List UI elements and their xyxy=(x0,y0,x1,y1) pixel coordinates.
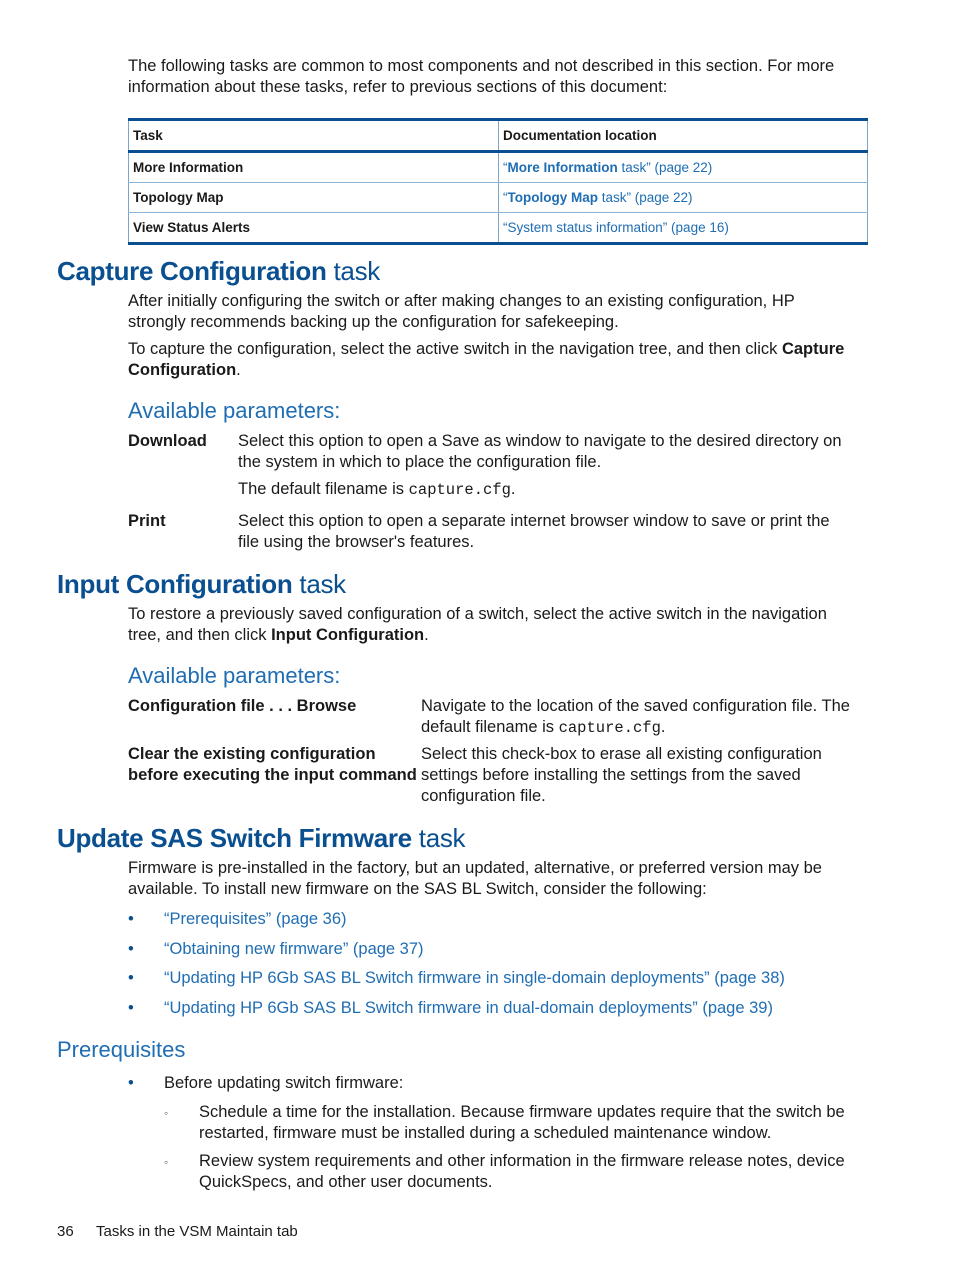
bullet-icon: • xyxy=(128,969,134,987)
ui-label-bold: Capture xyxy=(781,340,845,358)
text-line: Select this option to open a separate in… xyxy=(238,512,830,530)
heading-rest: task xyxy=(292,569,346,599)
text-line: Configuration. xyxy=(128,360,868,381)
text-line: default filename is capture.cfg. xyxy=(421,717,881,739)
intro-paragraph: The following tasks are common to most c… xyxy=(128,56,868,98)
link-rest: task” (page 22) xyxy=(598,189,693,205)
intro-line: The following tasks are common to most c… xyxy=(128,57,835,75)
link-single-domain[interactable]: “Updating HP 6Gb SAS BL Switch firmware … xyxy=(164,968,785,989)
link-prerequisites[interactable]: “Prerequisites” (page 36) xyxy=(164,909,347,930)
heading-rest: task xyxy=(411,823,466,853)
text-line: Clear the existing configuration xyxy=(128,745,376,763)
filename-code: capture.cfg xyxy=(408,481,511,499)
param-term-clear-config: Clear the existing configuration before … xyxy=(128,744,417,786)
text-line: tree, and then click Input Configuration… xyxy=(128,625,868,646)
link-rest: System status information” (page 16) xyxy=(507,219,729,235)
param-term-config-file: Configuration file . . . Browse xyxy=(128,697,357,715)
page-number: 36 xyxy=(57,1223,74,1240)
capture-paragraph-1: After initially configuring the switch o… xyxy=(128,291,868,333)
text-line: file using the browser's features. xyxy=(238,533,475,551)
text-line: Schedule a time for the installation. Be… xyxy=(199,1103,845,1121)
task-cell: Topology Map xyxy=(128,182,499,213)
ui-label-bold: Configuration xyxy=(128,361,237,379)
text-line: strongly recommends backing up the confi… xyxy=(128,313,619,331)
prereq-bullet-text: Before updating switch firmware: xyxy=(164,1074,404,1092)
doc-link[interactable]: “System status information” (page 16) xyxy=(498,212,868,245)
text-span: . xyxy=(510,480,516,498)
column-header-location: Documentation location xyxy=(498,118,868,153)
bullet-icon: • xyxy=(128,940,134,958)
capture-paragraph-2: To capture the configuration, select the… xyxy=(128,339,868,381)
text-span: The default filename is xyxy=(238,480,409,498)
sub-bullet-icon: ◦ xyxy=(164,1106,169,1120)
table-header-row: Task Documentation location xyxy=(128,118,868,153)
text-line: To restore a previously saved configurat… xyxy=(128,605,827,623)
capture-configuration-heading: Capture Configuration task xyxy=(57,256,380,286)
text-line: settings before installing the settings … xyxy=(421,766,801,784)
doc-link[interactable]: “Topology Map task” (page 22) xyxy=(498,182,868,213)
link-bold: More Information xyxy=(507,159,618,175)
task-cell: View Status Alerts xyxy=(128,212,499,245)
text-span: default filename is xyxy=(421,718,559,736)
param-def-config-file: Navigate to the location of the saved co… xyxy=(421,696,881,739)
firmware-paragraph: Firmware is pre-installed in the factory… xyxy=(128,858,868,900)
bullet-icon: • xyxy=(128,999,134,1017)
table-row: Topology Map “Topology Map task” (page 2… xyxy=(128,182,868,213)
doc-link[interactable]: “More Information task” (page 22) xyxy=(498,151,868,183)
text-line: Navigate to the location of the saved co… xyxy=(421,697,850,715)
text-line: QuickSpecs, and other user documents. xyxy=(199,1173,493,1191)
text-line: Select this option to open a Save as win… xyxy=(238,432,842,450)
bullet-icon: • xyxy=(128,910,134,928)
ui-label-bold: Input Configuration xyxy=(271,626,425,644)
link-bold: Topology Map xyxy=(507,189,599,205)
sub-bullet-icon: ◦ xyxy=(164,1155,169,1169)
prereq-sub-item: Review system requirements and other inf… xyxy=(199,1151,879,1193)
link-rest: task” (page 22) xyxy=(617,159,713,175)
bullet-icon: • xyxy=(128,1074,134,1092)
input-paragraph: To restore a previously saved configurat… xyxy=(128,604,868,646)
text-line: available. To install new firmware on th… xyxy=(128,880,707,898)
update-firmware-heading: Update SAS Switch Firmware task xyxy=(57,823,466,853)
param-def-clear-config: Select this check-box to erase all exist… xyxy=(421,744,881,807)
link-obtaining-firmware[interactable]: “Obtaining new firmware” (page 37) xyxy=(164,939,424,960)
heading-strong: Capture Configuration xyxy=(57,256,327,286)
text-line: Firmware is pre-installed in the factory… xyxy=(128,859,822,877)
param-term-print: Print xyxy=(128,512,166,530)
text-line: The default filename is capture.cfg. xyxy=(238,479,878,501)
table-row: More Information “More Information task”… xyxy=(128,151,868,183)
capture-params-heading: Available parameters: xyxy=(128,398,341,423)
heading-rest: task xyxy=(326,256,381,286)
footer-section-title: Tasks in the VSM Maintain tab xyxy=(96,1223,298,1240)
text-line: After initially configuring the switch o… xyxy=(128,292,795,310)
text-span: . xyxy=(660,718,666,736)
text-span: tree, and then click xyxy=(128,626,272,644)
text-line: configuration file. xyxy=(421,787,546,805)
task-cell: More Information xyxy=(128,151,499,183)
text-span: . xyxy=(424,626,429,644)
intro-line: information about these tasks, refer to … xyxy=(128,78,668,96)
text-line: To capture the configuration, select the… xyxy=(128,339,868,360)
prerequisites-heading: Prerequisites xyxy=(57,1037,186,1062)
table-row: View Status Alerts “System status inform… xyxy=(128,212,868,245)
common-tasks-table: Task Documentation location More Informa… xyxy=(128,118,868,245)
heading-strong: Update SAS Switch Firmware xyxy=(57,823,412,853)
filename-code: capture.cfg xyxy=(558,719,661,737)
link-dual-domain[interactable]: “Updating HP 6Gb SAS BL Switch firmware … xyxy=(164,998,773,1019)
text-line: restarted, firmware must be installed du… xyxy=(199,1124,772,1142)
heading-strong: Input Configuration xyxy=(57,569,293,599)
prereq-sub-item: Schedule a time for the installation. Be… xyxy=(199,1102,879,1144)
param-def-print: Select this option to open a separate in… xyxy=(238,511,878,553)
param-def-download: Select this option to open a Save as win… xyxy=(238,431,878,501)
text-line: Review system requirements and other inf… xyxy=(199,1152,845,1170)
input-configuration-heading: Input Configuration task xyxy=(57,569,346,599)
text-line: before executing the input command xyxy=(128,766,417,784)
text-line: the system in which to place the configu… xyxy=(238,453,602,471)
text-span: To capture the configuration, select the… xyxy=(128,340,782,358)
input-params-heading: Available parameters: xyxy=(128,663,341,688)
text-line: Select this check-box to erase all exist… xyxy=(421,745,822,763)
text-span: . xyxy=(236,361,241,379)
param-term-download: Download xyxy=(128,432,207,450)
column-header-task: Task xyxy=(128,118,499,153)
